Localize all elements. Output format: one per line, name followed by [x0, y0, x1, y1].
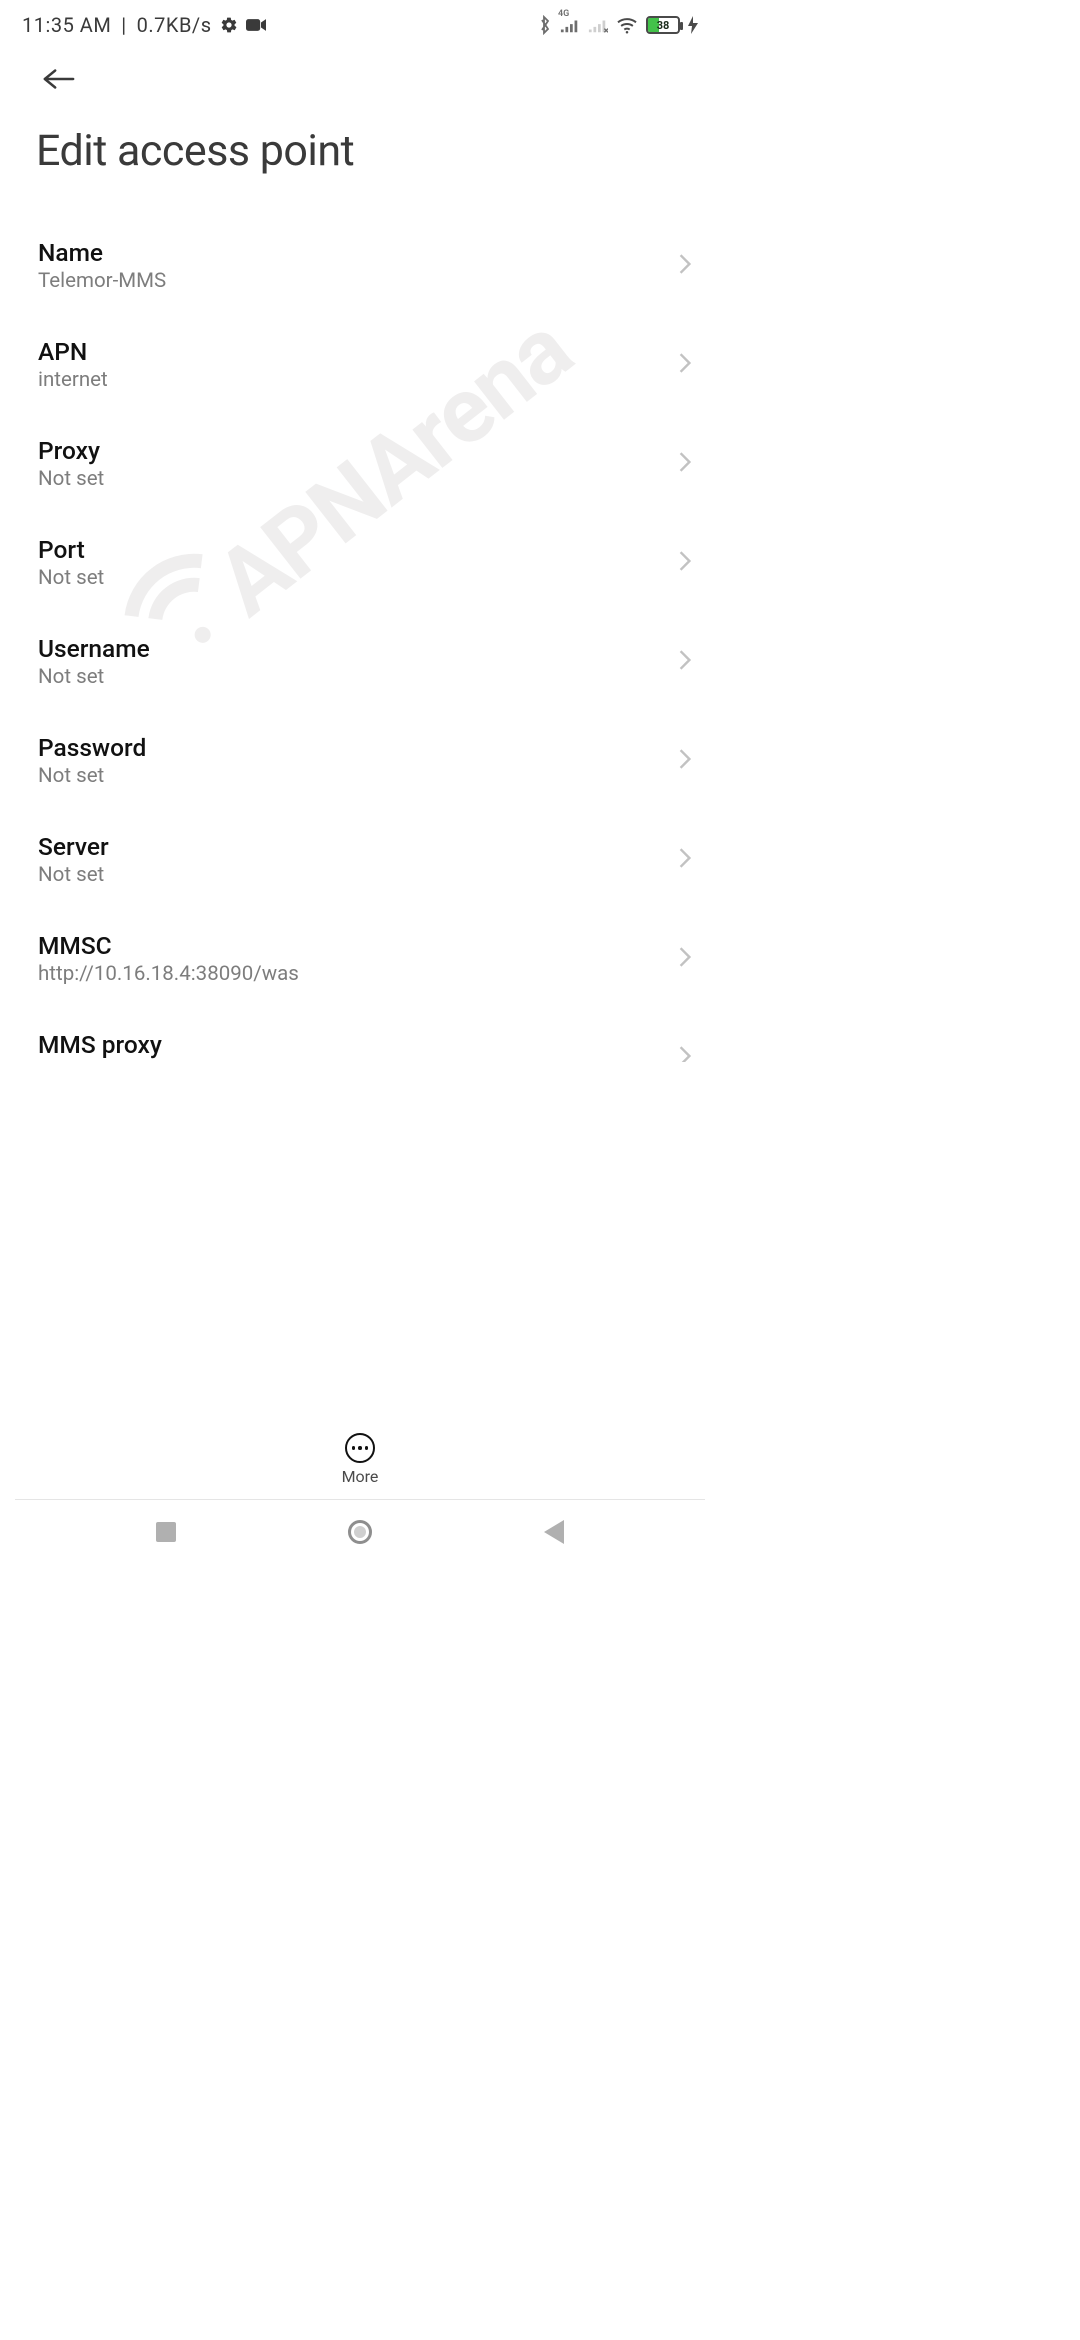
chevron-right-icon — [678, 649, 692, 675]
apn-row-port[interactable]: Port Not set — [0, 513, 720, 612]
gear-icon — [220, 16, 238, 34]
apn-label: APN — [38, 337, 108, 366]
apn-value: Telemor-MMS — [38, 269, 166, 293]
chevron-right-icon — [678, 946, 692, 972]
status-time: 11:35 AM — [22, 13, 111, 37]
chevron-right-icon — [678, 253, 692, 279]
charging-icon — [688, 16, 698, 34]
status-separator: | — [121, 13, 126, 37]
bluetooth-icon — [538, 15, 552, 35]
chevron-right-icon — [678, 451, 692, 477]
status-right: 4G 38 — [538, 15, 698, 35]
apn-value: Not set — [38, 566, 104, 590]
status-data-rate: 0.7KB/s — [137, 13, 212, 37]
apn-label: MMS proxy — [38, 1030, 162, 1059]
network-badge: 4G — [558, 9, 569, 19]
apn-row-server[interactable]: Server Not set — [0, 810, 720, 909]
page-title: Edit access point — [36, 126, 695, 176]
apn-value: Not set — [38, 863, 109, 887]
nav-back-button[interactable] — [544, 1520, 564, 1544]
signal-4g-icon: 4G — [560, 17, 580, 33]
more-icon[interactable] — [345, 1433, 375, 1463]
apn-row-mms-proxy[interactable]: MMS proxy 10.16.18.77 — [0, 1008, 720, 1062]
header: Edit access point — [0, 40, 720, 176]
back-button[interactable] — [38, 58, 80, 100]
chevron-right-icon — [678, 748, 692, 774]
apn-row-password[interactable]: Password Not set — [0, 711, 720, 810]
apn-row-proxy[interactable]: Proxy Not set — [0, 414, 720, 513]
battery-percent: 38 — [648, 18, 678, 32]
camera-icon — [246, 18, 266, 32]
settings-list: Name Telemor-MMS APN internet Proxy Not … — [0, 216, 720, 1062]
system-navbar — [0, 1504, 720, 1560]
apn-label: Password — [38, 733, 146, 762]
apn-value: internet — [38, 368, 108, 392]
wifi-icon — [616, 16, 638, 34]
nav-home-button[interactable] — [348, 1520, 372, 1544]
status-bar: 11:35 AM | 0.7KB/s 4G 38 — [0, 0, 720, 40]
apn-value: Not set — [38, 665, 150, 689]
apn-value: http://10.16.18.4:38090/was — [38, 962, 299, 986]
apn-label: Name — [38, 238, 166, 267]
apn-row-apn[interactable]: APN internet — [0, 315, 720, 414]
battery-icon: 38 — [646, 16, 680, 34]
apn-label: Server — [38, 832, 109, 861]
nav-recents-button[interactable] — [156, 1522, 176, 1542]
status-left: 11:35 AM | 0.7KB/s — [22, 13, 266, 37]
bottom-divider — [15, 1499, 705, 1500]
apn-label: Proxy — [38, 436, 104, 465]
chevron-right-icon — [678, 550, 692, 576]
apn-label: Port — [38, 535, 104, 564]
more-action[interactable]: More — [0, 1433, 720, 1486]
signal-nosim-icon — [588, 17, 608, 33]
chevron-right-icon — [678, 847, 692, 873]
apn-label: MMSC — [38, 931, 299, 960]
chevron-right-icon — [678, 1045, 692, 1063]
apn-label: Username — [38, 634, 150, 663]
apn-row-name[interactable]: Name Telemor-MMS — [0, 216, 720, 315]
apn-value: Not set — [38, 764, 146, 788]
more-label: More — [342, 1467, 379, 1486]
apn-row-mmsc[interactable]: MMSC http://10.16.18.4:38090/was — [0, 909, 720, 1008]
apn-value: 10.16.18.77 — [38, 1061, 162, 1062]
apn-row-username[interactable]: Username Not set — [0, 612, 720, 711]
apn-value: Not set — [38, 467, 104, 491]
chevron-right-icon — [678, 352, 692, 378]
